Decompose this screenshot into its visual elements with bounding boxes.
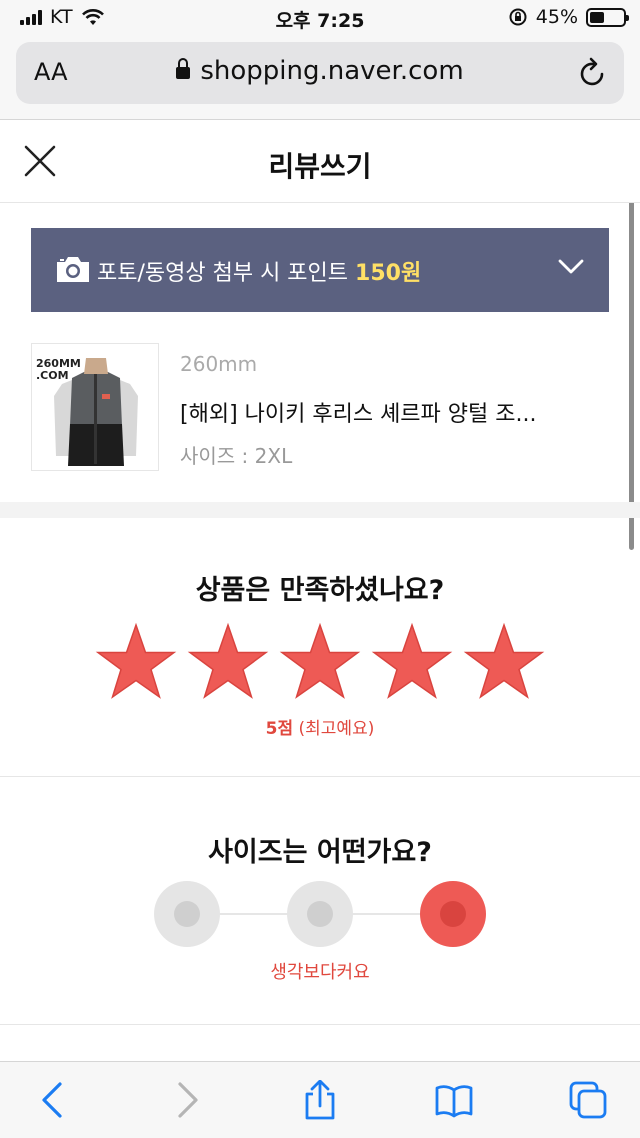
url-text: shopping.naver.com [200, 56, 464, 86]
browser-toolbar [0, 1061, 640, 1138]
star-1[interactable] [95, 622, 177, 704]
back-icon[interactable] [34, 1080, 74, 1120]
chevron-down-icon[interactable] [557, 258, 585, 276]
share-icon[interactable] [300, 1080, 340, 1120]
camera-icon [57, 257, 89, 282]
battery-percent: 45% [535, 6, 578, 28]
status-right: 45% [508, 6, 629, 28]
banner-text: 포토/동영상 첨부 시 포인트 150원 [97, 255, 421, 287]
star-2[interactable] [187, 622, 269, 704]
status-bar: KT 오후 7:25 45% [0, 0, 640, 36]
browser-address-area: AA shopping.naver.com [0, 36, 640, 120]
product-size: 사이즈 : 2XL [180, 444, 293, 468]
size-question: 사이즈는 어떤가요? [208, 837, 432, 868]
thumbnail-watermark: 260MM .COM [36, 357, 81, 382]
divider [0, 1024, 640, 1025]
product-option: 260mm [180, 352, 258, 376]
url-field[interactable]: shopping.naver.com [16, 56, 624, 86]
address-bar[interactable]: AA shopping.naver.com [16, 42, 624, 104]
rating-score: 5점 [265, 719, 294, 739]
banner-points: 150원 [355, 261, 422, 286]
rating-question: 상품은 만족하셨나요? [195, 575, 445, 606]
rating-score-label: 5점 (최고예요) [0, 714, 640, 739]
size-option-normal[interactable] [287, 881, 353, 947]
page-header: 리뷰쓰기 [0, 121, 640, 203]
star-5[interactable] [463, 622, 545, 704]
size-option-large[interactable] [420, 881, 486, 947]
banner-message: 포토/동영상 첨부 시 포인트 [97, 261, 356, 286]
star-4[interactable] [371, 622, 453, 704]
product-name: [해외] 나이키 후리스 셰르파 양털 조... [180, 402, 537, 427]
product-thumbnail: 260MM .COM [31, 343, 159, 471]
lock-icon [176, 58, 191, 79]
section-divider [0, 502, 640, 518]
tabs-icon[interactable] [568, 1080, 608, 1120]
size-option-small[interactable] [154, 881, 220, 947]
page-title: 리뷰쓰기 [268, 150, 372, 183]
orientation-lock-icon [509, 8, 527, 26]
bookmarks-icon[interactable] [434, 1080, 474, 1120]
forward-icon[interactable] [166, 1080, 206, 1120]
size-selected-label: 생각보다커요 [270, 962, 370, 983]
reload-icon[interactable] [578, 56, 608, 88]
star-3[interactable] [279, 622, 361, 704]
divider [0, 776, 640, 777]
battery-icon [586, 7, 629, 27]
rating-description: (최고예요) [293, 719, 375, 739]
star-rating [95, 622, 545, 704]
photo-points-banner[interactable]: 포토/동영상 첨부 시 포인트 150원 [31, 228, 609, 312]
